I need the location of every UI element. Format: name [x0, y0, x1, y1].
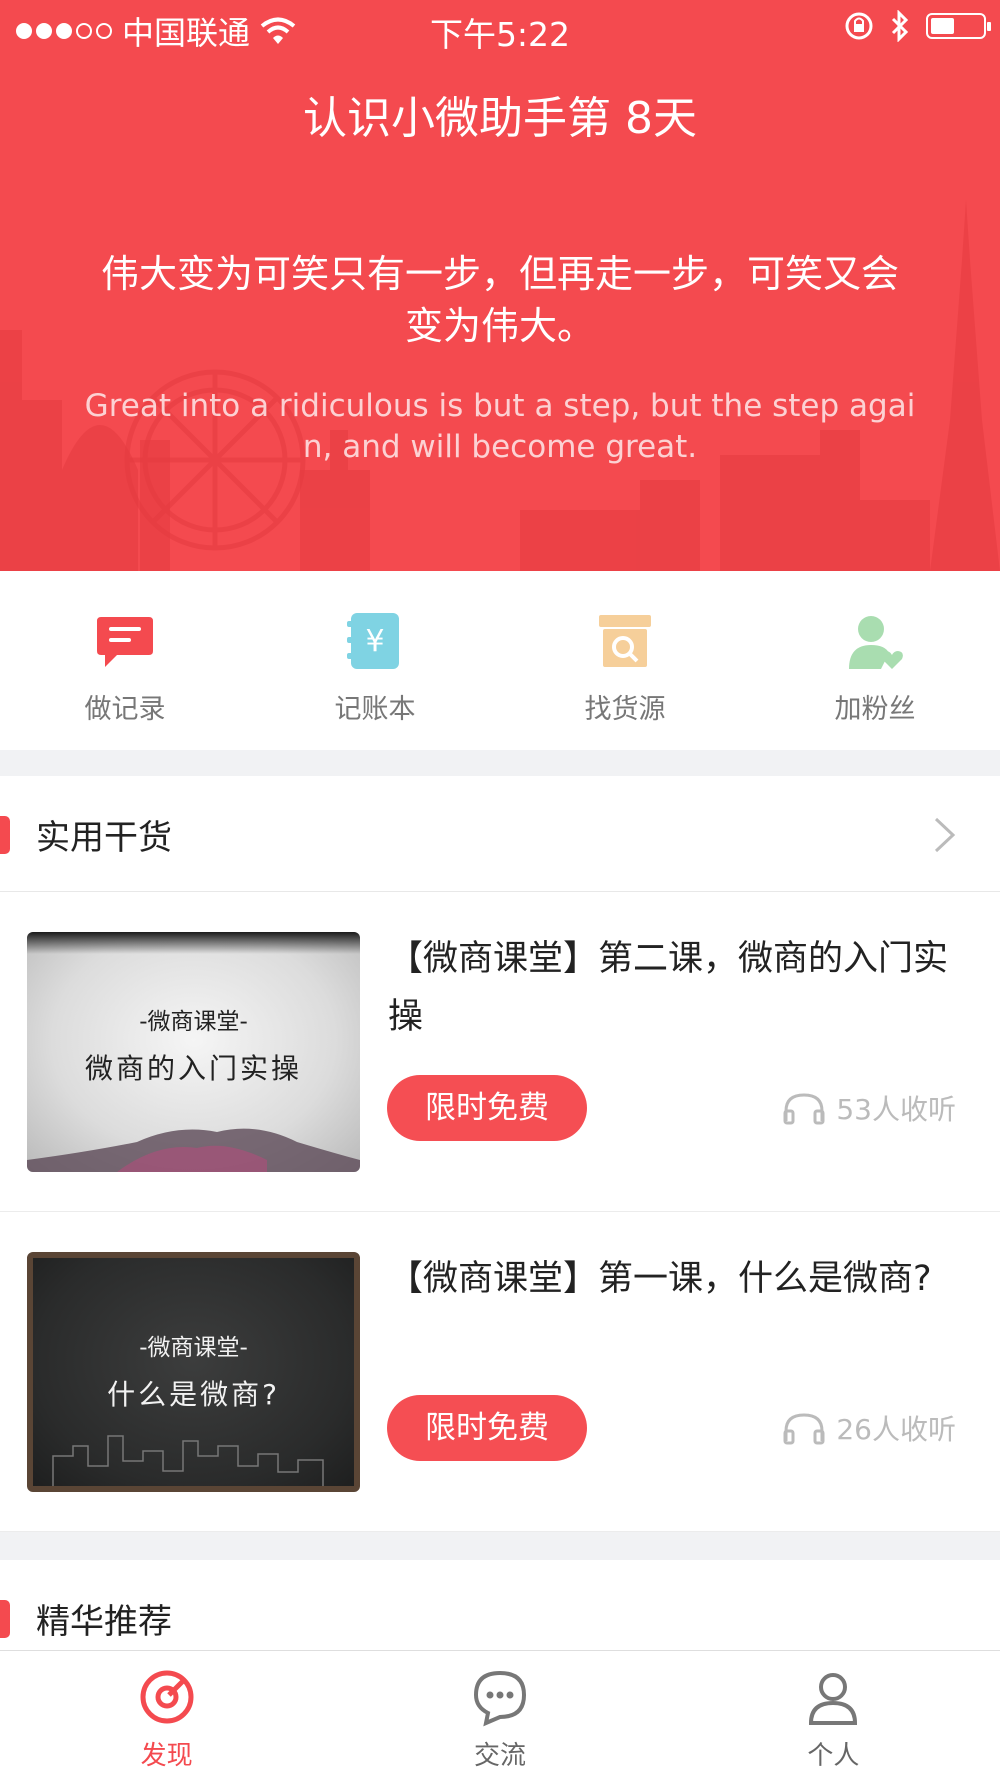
rotation-lock-icon — [845, 12, 873, 40]
quote-chinese: 伟大变为可笑只有一步，但再走一步，可笑又会变为伟大。 — [100, 252, 899, 348]
listener-count-label: 26人收听 — [836, 1413, 956, 1446]
tab-chat[interactable]: 交流 — [333, 1651, 666, 1779]
quick-action-label: 找货源 — [584, 694, 666, 725]
tab-label: 发现 — [140, 1741, 193, 1771]
chalk-skyline-decoration — [52, 1435, 324, 1486]
ink-mountain-decoration — [27, 1128, 360, 1172]
thumbnail-subtitle: -微商课堂- — [139, 1009, 248, 1035]
note-icon — [97, 617, 153, 667]
tab-profile[interactable]: 个人 — [667, 1651, 1000, 1779]
headphones-icon — [783, 1093, 825, 1125]
section-accent-bar — [0, 1600, 10, 1638]
quick-action-sourcing[interactable]: 找货源 — [500, 571, 750, 750]
quick-action-notes[interactable]: 做记录 — [0, 571, 250, 750]
quick-action-label: 做记录 — [84, 694, 166, 725]
tab-label: 个人 — [807, 1741, 860, 1771]
course-thumbnail: -微商课堂- 什么是微商? — [27, 1252, 360, 1492]
section-header[interactable]: 精华推荐 — [0, 1560, 1000, 1650]
course-title[interactable]: 【微商课堂】第一课，什么是微商? — [388, 1250, 968, 1308]
bluetooth-icon — [891, 10, 909, 42]
section-accent-bar — [0, 816, 10, 854]
section-title: 精华推荐 — [36, 1602, 172, 1642]
section-header[interactable]: 实用干货 — [0, 776, 1000, 892]
course-title[interactable]: 【微商课堂】第二课，微商的入门实操 — [388, 930, 968, 1046]
quick-action-label: 加粉丝 — [834, 694, 916, 725]
status-bar: 中国联通 下午5:22 — [0, 0, 1000, 56]
course-thumbnail: -微商课堂- 微商的入门实操 — [27, 932, 360, 1172]
listener-count-label: 53人收听 — [836, 1093, 956, 1126]
thumbnail-title: 微商的入门实操 — [84, 1052, 302, 1085]
quick-action-label: 记账本 — [334, 694, 416, 725]
practical-section: 实用干货 -微商课堂- 微商的入门实操 【微商课堂】第二课，微商的入门实操 限时… — [0, 776, 1000, 1532]
profile-icon — [809, 1673, 858, 1725]
headphones-icon — [783, 1413, 825, 1445]
featured-section: 精华推荐 — [0, 1560, 1000, 1650]
add-fans-icon — [849, 616, 903, 669]
search-box-icon — [599, 615, 651, 667]
quick-actions: 做记录 ¥ 记账本 找货源 加粉丝 — [0, 571, 1000, 750]
hero-banner: 中国联通 下午5:22 认识小微助手第 8天 伟大变为可笑只有一步，但再走一步，… — [0, 0, 1000, 571]
battery-icon — [926, 13, 991, 39]
quote-english: Great into a ridiculous is but a step, b… — [84, 388, 916, 465]
listener-count: 26人收听 — [782, 1408, 956, 1448]
free-badge[interactable]: 限时免费 — [387, 1395, 587, 1461]
thumbnail-subtitle: -微商课堂- — [139, 1335, 248, 1361]
svg-text:¥: ¥ — [365, 624, 384, 659]
hero-title: 认识小微助手第 8天 — [303, 93, 697, 144]
chat-icon — [473, 1670, 526, 1727]
tab-discover[interactable]: 发现 — [0, 1651, 333, 1779]
tab-label: 交流 — [473, 1741, 526, 1771]
discover-icon — [140, 1670, 194, 1724]
yen-ledger-icon: ¥ — [347, 613, 399, 669]
course-item[interactable]: -微商课堂- 微商的入门实操 【微商课堂】第二课，微商的入门实操 限时免费 53… — [0, 892, 1000, 1212]
quick-action-ledger[interactable]: ¥ 记账本 — [250, 571, 500, 750]
bottom-tab-bar: 发现 交流 个人 — [0, 1650, 1000, 1779]
thumbnail-title: 什么是微商? — [107, 1378, 280, 1411]
chevron-right-icon[interactable] — [928, 816, 960, 854]
course-item[interactable]: -微商课堂- 什么是微商? 【微商课堂】第一课，什么是微商? 限时免费 26人收… — [0, 1212, 1000, 1532]
quick-action-fans[interactable]: 加粉丝 — [750, 571, 1000, 750]
section-title: 实用干货 — [36, 818, 172, 858]
listener-count: 53人收听 — [782, 1088, 956, 1128]
free-badge[interactable]: 限时免费 — [387, 1075, 587, 1141]
